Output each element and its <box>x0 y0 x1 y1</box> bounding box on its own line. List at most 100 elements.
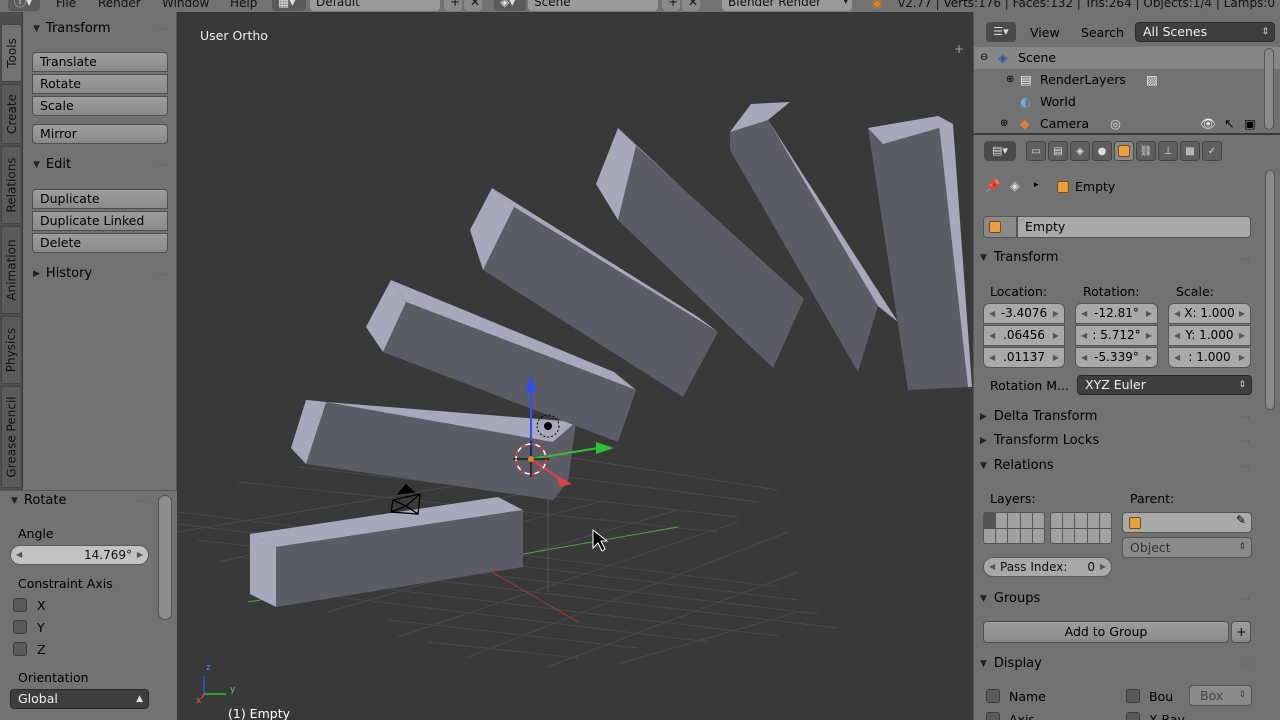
rotation-y-field[interactable]: ◀: 5.712° ▶ <box>1075 325 1158 346</box>
increment-arrow-icon[interactable]: ▶ <box>137 546 143 564</box>
visibility-eye-icon[interactable]: 👁 <box>1200 113 1216 135</box>
outliner-search-menu[interactable]: Search <box>1081 25 1124 40</box>
display-section-header[interactable]: ▼ Display <box>980 656 1256 671</box>
mirror-button[interactable]: Mirror <box>32 124 168 144</box>
location-z-field[interactable]: ◀ .01137 ▶ <box>983 347 1065 368</box>
display-xray-checkbox[interactable] <box>1126 712 1140 720</box>
render-camera-icon[interactable]: ▣ <box>1244 113 1256 135</box>
new-group-button[interactable]: + <box>1231 621 1251 643</box>
drag-grip-icon[interactable]: ⋯ <box>1241 255 1250 265</box>
drag-grip-icon[interactable]: ⋯ <box>1241 660 1250 670</box>
layers-grid-right[interactable] <box>1050 512 1112 544</box>
transform-panel-header[interactable]: ▼ Transform <box>33 21 111 36</box>
angle-field[interactable]: ◀ 14.769° ▶ <box>10 545 149 565</box>
location-y-field[interactable]: ◀ .06456 ▶ <box>983 325 1065 346</box>
drag-grip-icon[interactable]: ⋯ <box>138 497 147 507</box>
rotation-z-field[interactable]: ◀ -5.339° ▶ <box>1075 347 1158 368</box>
outliner-editor-type-button[interactable]: ☰▾ <box>986 22 1016 42</box>
tab-texture[interactable]: ▩ <box>1180 141 1200 161</box>
select-arrow-icon[interactable]: ↖ <box>1224 113 1234 135</box>
tab-world[interactable]: ● <box>1092 141 1112 161</box>
object-browse-button[interactable] <box>983 216 1017 238</box>
drag-grip-icon[interactable]: ⋯ <box>1241 462 1250 472</box>
operator-scrollbar[interactable] <box>158 495 172 620</box>
add-to-group-button[interactable]: Add to Group <box>983 621 1229 643</box>
menu-render[interactable]: Render <box>98 0 141 10</box>
render-engine-select[interactable]: Blender Render ▾ <box>722 0 852 11</box>
layout-add-button[interactable]: + <box>444 0 462 11</box>
drag-grip-icon[interactable]: ⋯ <box>157 270 166 280</box>
tab-create[interactable]: Create <box>1 84 22 144</box>
outliner-scrollbar[interactable] <box>1264 48 1274 130</box>
scene-add-button[interactable]: + <box>662 0 680 11</box>
tab-relations[interactable]: Relations <box>1 146 22 224</box>
tab-object[interactable] <box>1114 141 1134 161</box>
scale-x-field[interactable]: ◀ X: 1.000 ▶ <box>1168 303 1251 324</box>
scale-button[interactable]: Scale <box>32 96 168 116</box>
layers-grid-left[interactable] <box>983 512 1045 544</box>
tab-physics[interactable]: ✓ <box>1202 141 1222 161</box>
tab-constraints[interactable]: ⛓ <box>1136 141 1156 161</box>
scale-y-field[interactable]: ◀ Y: 1.000 ▶ <box>1168 325 1251 346</box>
display-axis-checkbox[interactable] <box>986 712 1000 720</box>
object-name-field[interactable]: Empty <box>1017 216 1251 238</box>
transform-locks-section-header[interactable]: ▶ Transform Locks <box>980 433 1256 448</box>
beam-object-2[interactable] <box>291 400 576 500</box>
beam-object-7[interactable] <box>868 116 972 390</box>
outliner-view-menu[interactable]: View <box>1030 25 1060 40</box>
scale-z-field[interactable]: ◀: 1.000 ▶ <box>1168 347 1251 368</box>
groups-section-header[interactable]: ▼ Groups <box>980 591 1256 606</box>
display-bounds-checkbox[interactable] <box>1126 689 1140 703</box>
pin-icon[interactable]: 📌 <box>985 178 1001 194</box>
translate-button[interactable]: Translate <box>32 52 168 72</box>
expand-icon[interactable]: ⊕ <box>1000 113 1008 135</box>
outliner-display-select[interactable]: All Scenes ⇕ <box>1135 22 1275 42</box>
tab-render[interactable]: ▭ <box>1026 141 1046 161</box>
tab-physics[interactable]: Physics <box>1 316 22 384</box>
relations-section-header[interactable]: ▼ Relations <box>980 458 1256 473</box>
decrement-arrow-icon[interactable]: ◀ <box>16 546 22 564</box>
tab-data[interactable]: ⊥ <box>1158 141 1178 161</box>
display-name-checkbox[interactable] <box>986 689 1000 703</box>
outliner-item-scene[interactable]: ⊖ ◈ Scene <box>974 47 1280 69</box>
transform-section-header[interactable]: ▼ Transform <box>980 250 1256 265</box>
duplicate-linked-button[interactable]: Duplicate Linked <box>32 211 168 231</box>
outliner-item-camera[interactable]: ⊕ ◆ Camera ◎ 👁 ↖ ▣ <box>974 113 1280 135</box>
drag-grip-icon[interactable]: ⋯ <box>1241 437 1250 447</box>
tab-animation[interactable]: Animation <box>1 226 22 314</box>
menu-file[interactable]: File <box>56 0 76 10</box>
drag-grip-icon[interactable]: ⋯ <box>1241 595 1250 605</box>
editor-type-button[interactable]: ⓘ▾ <box>8 0 40 11</box>
collapse-icon[interactable]: ⊖ <box>980 47 988 69</box>
outliner-item-world[interactable]: ◐ World <box>974 91 1280 113</box>
tab-render-layers[interactable]: ▤ <box>1048 141 1068 161</box>
properties-editor-type-button[interactable]: ▤▾ <box>984 141 1016 161</box>
properties-scrollbar[interactable] <box>1265 170 1275 410</box>
drag-grip-icon[interactable]: ⋯ <box>157 25 166 35</box>
tab-scene[interactable]: ◈ <box>1070 141 1090 161</box>
constraint-z-checkbox[interactable] <box>13 642 27 656</box>
delete-button[interactable]: Delete <box>32 233 168 253</box>
menu-window[interactable]: Window <box>162 0 209 10</box>
screen-layout-field[interactable]: Default <box>310 0 440 11</box>
rotate-operator-header[interactable]: ▼ Rotate <box>11 493 66 508</box>
scene-browse-button[interactable]: ◈▾ <box>494 0 526 11</box>
render-result-icon[interactable]: ▨ <box>1146 69 1158 91</box>
edit-panel-header[interactable]: ▼ Edit <box>33 157 71 172</box>
outliner-item-renderlayers[interactable]: ⊕ ▤ RenderLayers ▨ <box>974 69 1280 91</box>
drag-grip-icon[interactable]: ⋯ <box>1241 413 1250 423</box>
scene-field[interactable]: Scene <box>528 0 658 11</box>
menu-help[interactable]: Help <box>230 0 257 10</box>
rotation-x-field[interactable]: ◀ -12.81° ▶ <box>1075 303 1158 324</box>
region-plus-icon[interactable]: + <box>954 42 964 56</box>
constraint-y-checkbox[interactable] <box>13 620 27 634</box>
parent-type-select[interactable]: Object ⇕ <box>1122 537 1252 558</box>
parent-field[interactable]: ✎ <box>1122 512 1252 533</box>
scene-close-button[interactable]: ✕ <box>682 0 700 11</box>
layout-browse-button[interactable]: ▦▾ <box>272 0 306 11</box>
tab-tools[interactable]: Tools <box>1 24 22 82</box>
location-x-field[interactable]: ◀ -3.4076 ▶ <box>983 303 1065 324</box>
history-panel-header[interactable]: ▶ History <box>33 266 92 281</box>
eyedropper-icon[interactable]: ✎ <box>1236 513 1246 527</box>
camera-data-icon[interactable]: ◎ <box>1110 113 1121 135</box>
